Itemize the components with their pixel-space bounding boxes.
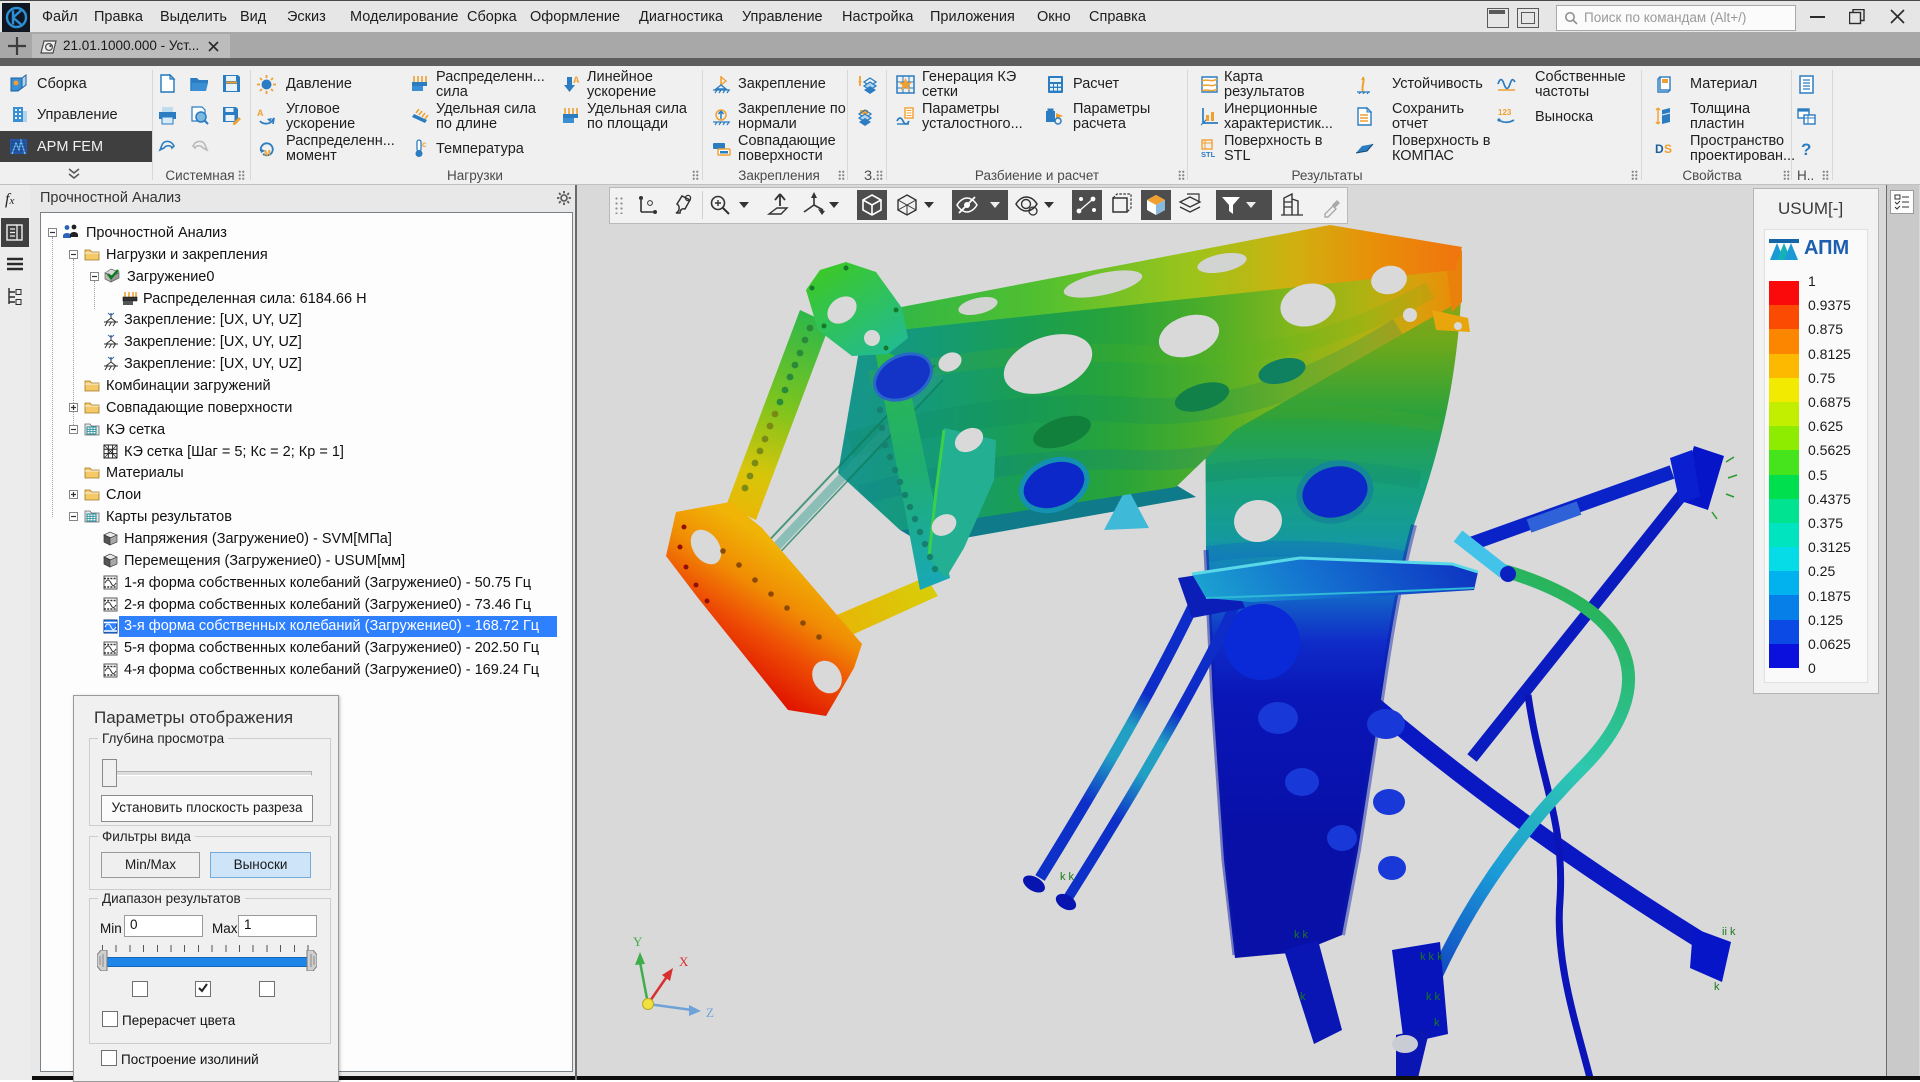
svg-text:k k: k k xyxy=(1426,991,1441,1003)
svg-text:k k: k k xyxy=(1294,929,1309,941)
svg-text:k k k: k k k xyxy=(1420,951,1443,963)
svg-text:k k: k k xyxy=(1060,871,1075,883)
svg-text:k: k xyxy=(1714,981,1720,993)
svg-text:Y: Y xyxy=(633,934,643,949)
svg-text:k: k xyxy=(1300,991,1306,1003)
svg-text:Z: Z xyxy=(706,1005,714,1020)
svg-text:k: k xyxy=(1434,1017,1440,1029)
svg-text:X: X xyxy=(679,954,689,969)
svg-text:ii k: ii k xyxy=(1722,926,1736,938)
